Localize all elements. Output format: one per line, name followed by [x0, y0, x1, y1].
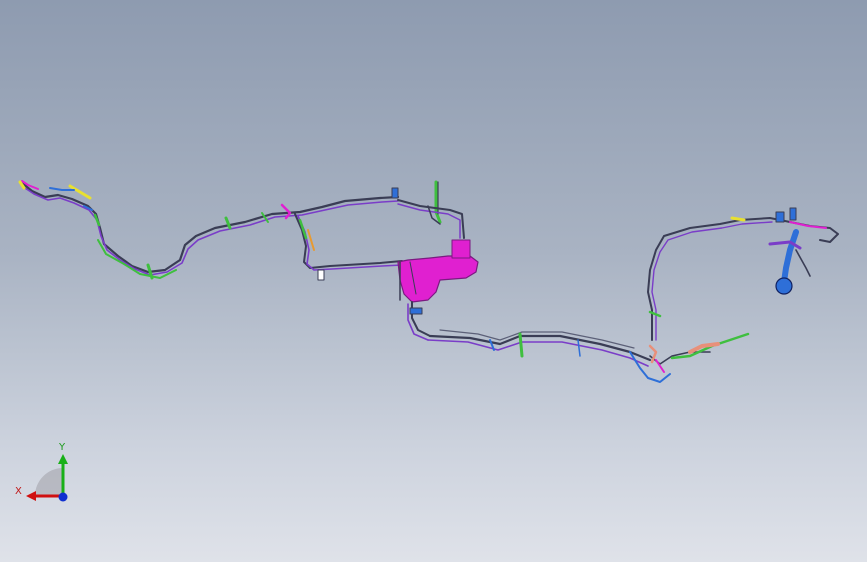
- z-axis-marker: [58, 492, 68, 502]
- lower-right-pipe-run[interactable]: [427, 329, 750, 383]
- left-pipe-section[interactable]: [18, 180, 400, 280]
- y-axis-arrowhead: [58, 454, 68, 464]
- y-axis-label: Y: [59, 442, 66, 453]
- x-axis-arrowhead: [26, 491, 36, 501]
- model-viewport[interactable]: X Y: [0, 0, 867, 562]
- axis-triad: X Y: [12, 440, 76, 508]
- triad-quadrant-shading: [35, 468, 63, 496]
- middle-drop-pipe[interactable]: [294, 213, 403, 281]
- x-axis-label: X: [15, 486, 22, 497]
- pipe-assembly-model[interactable]: [0, 0, 867, 562]
- central-magenta-module[interactable]: [391, 180, 479, 341]
- axis-triad-graphic: [26, 454, 68, 502]
